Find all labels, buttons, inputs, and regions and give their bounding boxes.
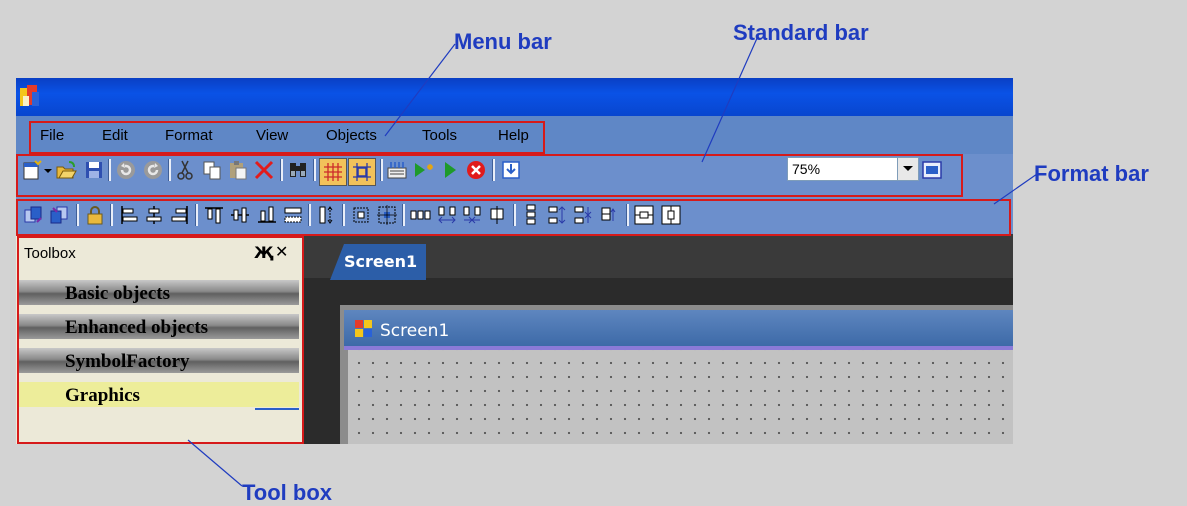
- screen-icon: [355, 320, 373, 338]
- screen-canvas[interactable]: [348, 350, 1013, 444]
- toolbox-highlight: [17, 236, 304, 444]
- standard-bar-highlight: [16, 154, 963, 197]
- screen-title: Screen1: [380, 321, 450, 341]
- tab-screen1-label: Screen1: [344, 252, 418, 271]
- format-bar-highlight: [16, 199, 1011, 236]
- format-bar-callout: Format bar: [1034, 161, 1149, 186]
- menu-bar-callout: Menu bar: [454, 29, 552, 54]
- menu-bar-highlight: [29, 121, 545, 154]
- tool-box-callout: Tool box: [242, 480, 333, 505]
- app-logo-icon: [18, 82, 42, 110]
- title-bar: [16, 78, 1013, 116]
- standard-bar-callout: Standard bar: [733, 20, 869, 45]
